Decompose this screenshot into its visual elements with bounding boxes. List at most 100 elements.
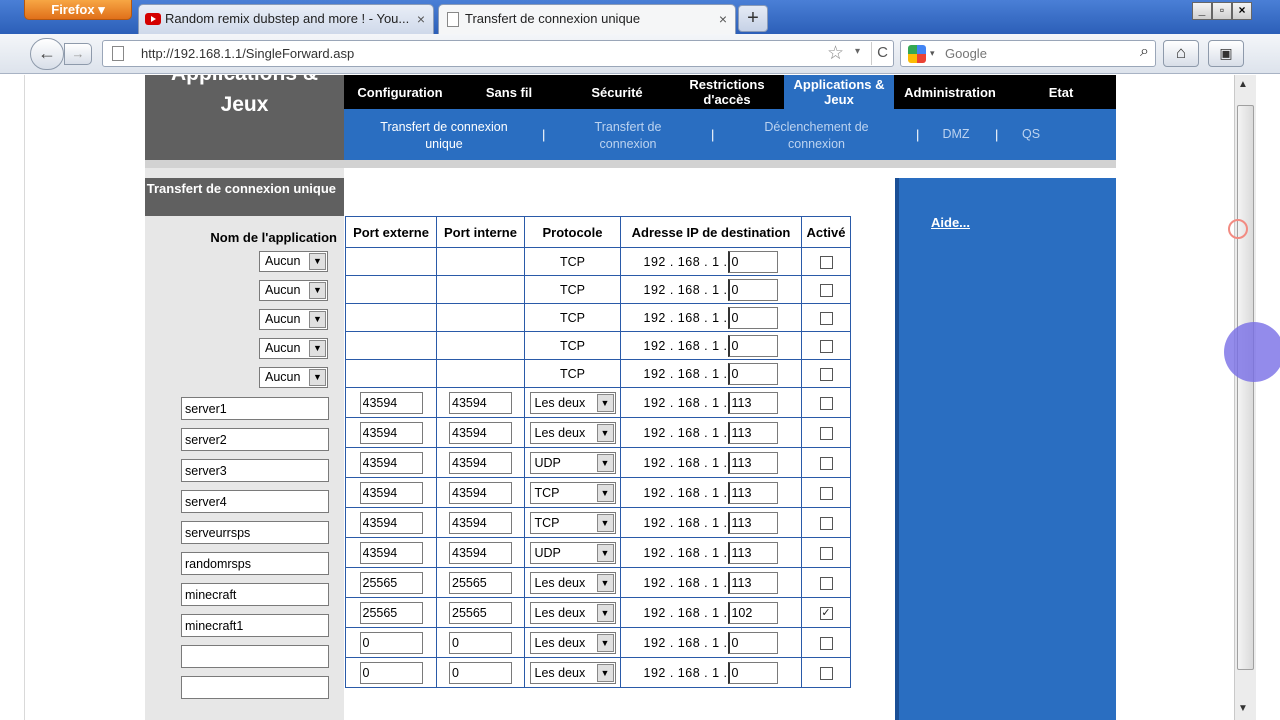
protocole-select[interactable]: Les deux ▼ [529,391,616,414]
port-interne-input[interactable] [449,571,512,594]
search-bar[interactable]: ▾ ⌕ [900,40,1156,67]
minimize-button[interactable]: _ [1192,2,1212,20]
vertical-scrollbar[interactable]: ▲ ▼ [1234,75,1256,720]
protocole-select[interactable]: UDP ▼ [529,451,616,474]
submenu-transfert-unique[interactable]: Transfert de connexion unique [364,119,524,153]
ip-last-octet-input[interactable] [728,362,779,385]
app-name-input[interactable] [181,583,329,606]
port-interne-input[interactable] [449,661,512,684]
ip-last-octet-input[interactable] [728,541,779,564]
ip-last-octet-input[interactable] [728,601,779,624]
port-externe-input[interactable] [359,661,423,684]
port-externe-input[interactable] [359,451,423,474]
app-select[interactable]: Aucun ▼ [259,309,328,330]
ip-last-octet-input[interactable] [728,571,779,594]
ip-last-octet-input[interactable] [728,250,779,273]
active-checkbox[interactable] [819,340,833,354]
app-name-input[interactable] [181,397,329,420]
port-interne-input[interactable] [449,451,512,474]
new-tab-button[interactable]: + [738,5,768,32]
app-select[interactable]: Aucun ▼ [259,251,328,272]
app-name-input[interactable] [181,459,329,482]
port-externe-input[interactable] [359,541,423,564]
port-externe-input[interactable] [359,481,423,504]
ip-last-octet-input[interactable] [728,278,779,301]
active-checkbox[interactable] [819,577,833,591]
app-name-input[interactable] [181,521,329,544]
back-button[interactable]: ← [30,38,64,70]
ip-last-octet-input[interactable] [728,391,779,414]
active-checkbox[interactable]: ✓ [819,607,833,621]
menu-administration[interactable]: Administration [894,75,1006,109]
ip-last-octet-input[interactable] [728,451,779,474]
ip-last-octet-input[interactable] [728,511,779,534]
port-interne-input[interactable] [449,511,512,534]
port-externe-input[interactable] [359,511,423,534]
tab-close-icon[interactable]: × [719,5,727,33]
port-interne-input[interactable] [449,391,512,414]
help-link[interactable]: Aide... [931,215,970,230]
tab-close-icon[interactable]: × [417,5,425,33]
search-icon[interactable]: ⌕ [1140,43,1149,61]
search-engine-dropdown-icon[interactable]: ▾ [930,48,935,59]
port-interne-input[interactable] [449,601,512,624]
bookmarks-button[interactable]: ▣ [1208,40,1244,67]
app-select[interactable]: Aucun ▼ [259,338,328,359]
scrollbar-thumb[interactable] [1237,105,1254,670]
active-checkbox[interactable] [819,517,833,531]
port-externe-input[interactable] [359,421,423,444]
menu-applications-jeux[interactable]: Applications & Jeux [784,75,894,109]
active-checkbox[interactable] [819,487,833,501]
ip-last-octet-input[interactable] [728,661,779,684]
tab-singleforward[interactable]: Transfert de connexion unique × [438,4,736,34]
port-interne-input[interactable] [449,481,512,504]
active-checkbox[interactable] [819,256,833,270]
app-select[interactable]: Aucun ▼ [259,280,328,301]
menu-sans-fil[interactable]: Sans fil [456,75,562,109]
url-text[interactable]: http://192.168.1.1/SingleForward.asp [141,46,354,61]
maximize-button[interactable]: ▫ [1212,2,1232,20]
ip-last-octet-input[interactable] [728,334,779,357]
protocole-select[interactable]: Les deux ▼ [529,631,616,654]
app-name-input[interactable] [181,552,329,575]
app-name-input[interactable] [181,428,329,451]
star-icon[interactable]: ☆ [827,42,844,65]
port-interne-input[interactable] [449,541,512,564]
port-interne-input[interactable] [449,421,512,444]
scroll-up-icon[interactable]: ▲ [1238,79,1248,90]
app-name-input[interactable] [181,676,329,699]
port-externe-input[interactable] [359,571,423,594]
port-externe-input[interactable] [359,631,423,654]
google-icon[interactable] [908,45,926,63]
submenu-qs[interactable]: QS [1014,126,1048,143]
protocole-select[interactable]: TCP ▼ [529,511,616,534]
address-bar[interactable]: http://192.168.1.1/SingleForward.asp ☆ ▾… [102,40,894,67]
port-interne-input[interactable] [449,631,512,654]
app-name-input[interactable] [181,490,329,513]
ip-last-octet-input[interactable] [728,631,779,654]
active-checkbox[interactable] [819,368,833,382]
menu-restrictions[interactable]: Restrictions d'accès [672,75,782,109]
protocole-select[interactable]: TCP ▼ [529,481,616,504]
scroll-down-icon[interactable]: ▼ [1238,703,1248,714]
close-window-button[interactable]: × [1232,2,1252,20]
menu-etat[interactable]: Etat [1006,75,1116,109]
protocole-select[interactable]: Les deux ▼ [529,421,616,444]
tab-youtube[interactable]: Random remix dubstep and more ! - You...… [138,4,434,34]
history-dropdown-icon[interactable]: ▾ [855,46,860,57]
protocole-select[interactable]: Les deux ▼ [529,661,616,684]
active-checkbox[interactable] [819,312,833,326]
app-name-input[interactable] [181,645,329,668]
app-select[interactable]: Aucun ▼ [259,367,328,388]
submenu-declenchement[interactable]: Déclenchement de connexion [744,119,889,153]
firefox-menu-button[interactable]: Firefox ▾ [24,0,132,20]
active-checkbox[interactable] [819,397,833,411]
port-externe-input[interactable] [359,601,423,624]
forward-button[interactable]: → [64,43,92,65]
app-name-input[interactable] [181,614,329,637]
active-checkbox[interactable] [819,284,833,298]
menu-configuration[interactable]: Configuration [344,75,456,109]
port-externe-input[interactable] [359,391,423,414]
protocole-select[interactable]: UDP ▼ [529,541,616,564]
menu-securite[interactable]: Sécurité [562,75,672,109]
